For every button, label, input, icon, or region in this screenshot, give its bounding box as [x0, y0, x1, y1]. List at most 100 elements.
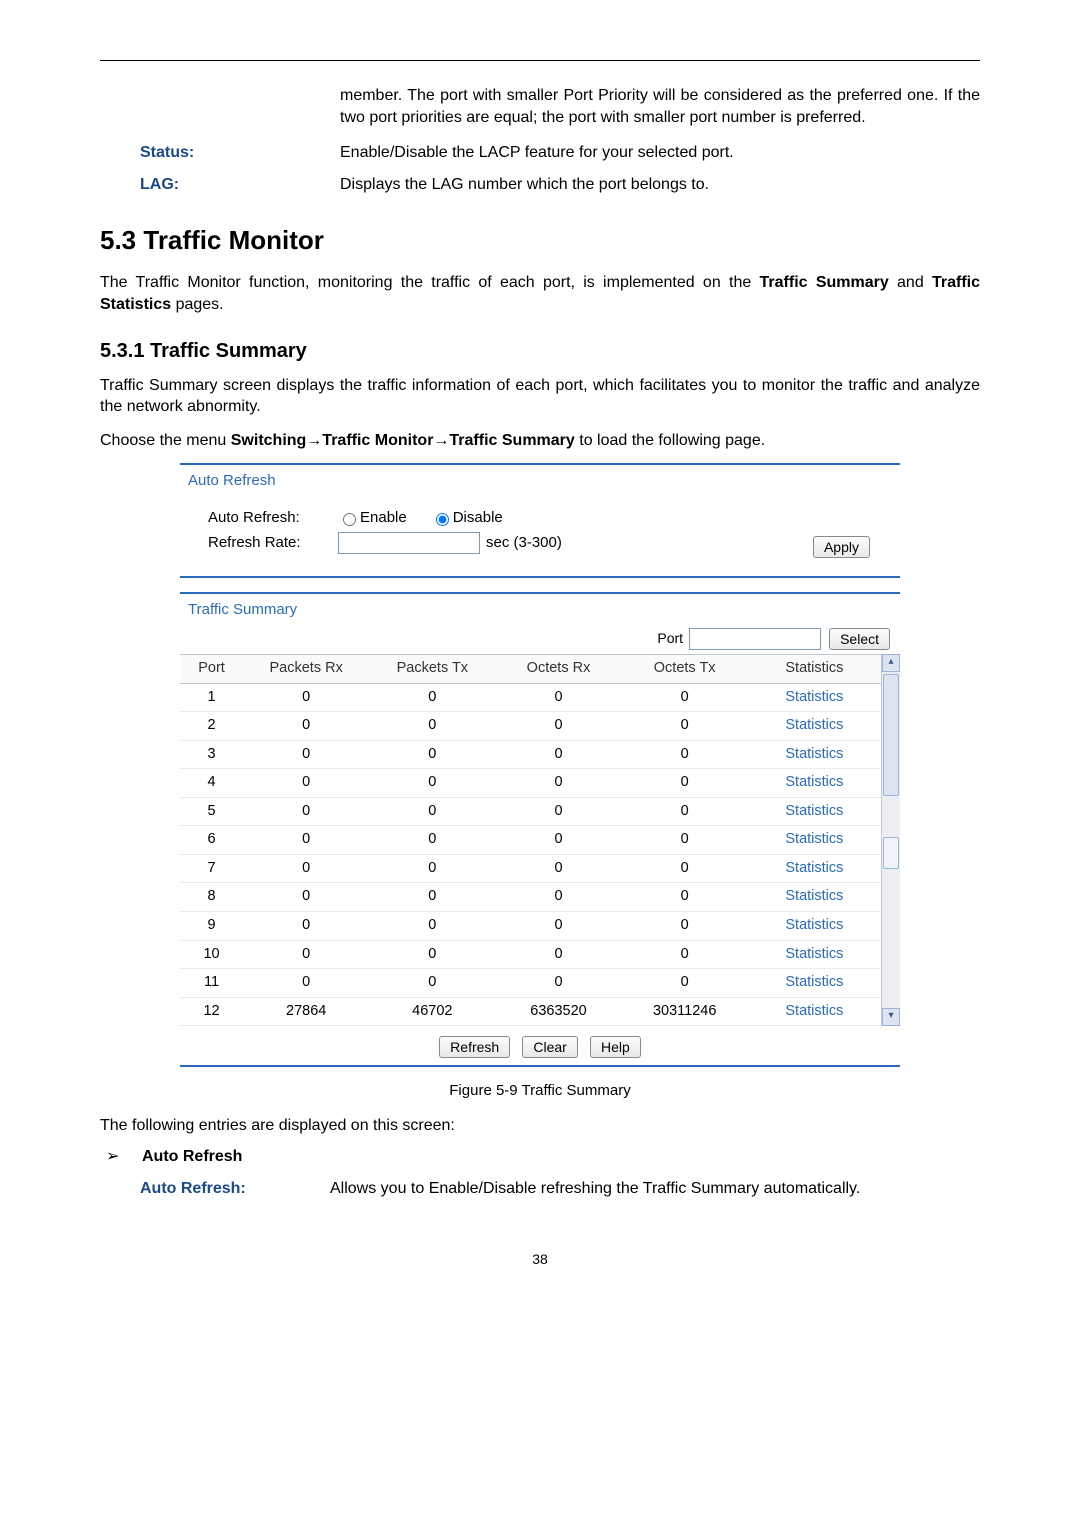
statistics-link[interactable]: Statistics	[748, 683, 881, 712]
table-row: 30000Statistics	[180, 740, 881, 769]
table-cell: 0	[243, 854, 369, 883]
table-cell: 0	[243, 883, 369, 912]
statistics-link[interactable]: Statistics	[748, 712, 881, 741]
table-cell: 0	[369, 683, 495, 712]
table-cell: 0	[369, 769, 495, 798]
status-def-label: Status:	[100, 142, 340, 164]
entries-line: The following entries are displayed on t…	[100, 1115, 980, 1137]
table-cell: 7	[180, 854, 243, 883]
table-cell: 0	[622, 683, 748, 712]
table-cell: 0	[369, 883, 495, 912]
table-cell: 0	[369, 797, 495, 826]
apply-button[interactable]: Apply	[813, 536, 870, 558]
refresh-rate-label: Refresh Rate:	[190, 533, 338, 553]
disable-radio-label: Disable	[453, 508, 503, 528]
statistics-link[interactable]: Statistics	[748, 854, 881, 883]
auto-refresh-header: Auto Refresh	[180, 463, 900, 495]
table-cell: 12	[180, 997, 243, 1026]
col-packets-rx: Packets Rx	[243, 654, 369, 683]
col-octets-tx: Octets Tx	[622, 654, 748, 683]
table-cell: 0	[243, 826, 369, 855]
traffic-summary-screenshot: Auto Refresh Auto Refresh: Enable Disabl…	[180, 463, 900, 1066]
table-cell: 0	[243, 940, 369, 969]
menu-path-line: Choose the menu Switching→Traffic Monito…	[100, 430, 980, 452]
table-row: 80000Statistics	[180, 883, 881, 912]
table-cell: 3	[180, 740, 243, 769]
page-top-rule	[100, 60, 980, 61]
auto-refresh-enable-radio[interactable]: Enable	[338, 508, 407, 528]
table-cell: 0	[495, 769, 621, 798]
clear-button[interactable]: Clear	[522, 1036, 577, 1058]
statistics-link[interactable]: Statistics	[748, 826, 881, 855]
refresh-rate-unit: sec (3-300)	[486, 533, 562, 553]
refresh-rate-input[interactable]	[338, 532, 480, 554]
table-cell: 0	[495, 969, 621, 998]
statistics-link[interactable]: Statistics	[748, 769, 881, 798]
statistics-link[interactable]: Statistics	[748, 797, 881, 826]
empty-label	[100, 85, 340, 128]
statistics-link[interactable]: Statistics	[748, 883, 881, 912]
statistics-link[interactable]: Statistics	[748, 740, 881, 769]
table-cell: 0	[622, 769, 748, 798]
scroll-thumb[interactable]	[883, 674, 899, 796]
disable-radio-input[interactable]	[436, 513, 449, 526]
table-cell: 4	[180, 769, 243, 798]
col-octets-rx: Octets Rx	[495, 654, 621, 683]
col-port: Port	[180, 654, 243, 683]
table-cell: 0	[369, 826, 495, 855]
statistics-link[interactable]: Statistics	[748, 969, 881, 998]
table-cell: 0	[622, 854, 748, 883]
port-filter-input[interactable]	[689, 628, 821, 650]
auto-refresh-def-label: Auto Refresh:	[140, 1178, 330, 1200]
table-cell: 30311246	[622, 997, 748, 1026]
table-cell: 0	[622, 969, 748, 998]
table-cell: 11	[180, 969, 243, 998]
section-intro: The Traffic Monitor function, monitoring…	[100, 272, 980, 315]
table-row: 10000Statistics	[180, 683, 881, 712]
table-cell: 0	[243, 969, 369, 998]
table-cell: 0	[495, 883, 621, 912]
statistics-link[interactable]: Statistics	[748, 912, 881, 941]
help-button[interactable]: Help	[590, 1036, 641, 1058]
enable-radio-input[interactable]	[343, 513, 356, 526]
table-cell: 0	[243, 712, 369, 741]
table-cell: 0	[622, 912, 748, 941]
auto-refresh-def-text: Allows you to Enable/Disable refreshing …	[330, 1178, 980, 1200]
page-number: 38	[100, 1250, 980, 1269]
status-def-text: Enable/Disable the LACP feature for your…	[340, 142, 980, 164]
scroll-up-arrow-icon[interactable]: ▴	[882, 654, 900, 672]
table-cell: 0	[369, 740, 495, 769]
auto-refresh-disable-radio[interactable]: Disable	[431, 508, 503, 528]
table-cell: 0	[622, 883, 748, 912]
table-row: 100000Statistics	[180, 940, 881, 969]
table-cell: 2	[180, 712, 243, 741]
table-cell: 0	[622, 712, 748, 741]
table-cell: 0	[495, 826, 621, 855]
scroll-down-arrow-icon[interactable]: ▾	[882, 1008, 900, 1026]
table-cell: 9	[180, 912, 243, 941]
table-cell: 0	[622, 797, 748, 826]
select-button[interactable]: Select	[829, 628, 890, 650]
statistics-link[interactable]: Statistics	[748, 997, 881, 1026]
enable-radio-label: Enable	[360, 508, 407, 528]
table-cell: 0	[622, 740, 748, 769]
table-cell: 0	[243, 912, 369, 941]
bullet-icon: ➢	[100, 1146, 142, 1168]
traffic-summary-panel: Traffic Summary Port Select Port Packets…	[180, 592, 900, 1067]
statistics-link[interactable]: Statistics	[748, 940, 881, 969]
refresh-button[interactable]: Refresh	[439, 1036, 510, 1058]
scroll-thumb-marker	[883, 837, 899, 869]
table-cell: 0	[495, 712, 621, 741]
table-row: 60000Statistics	[180, 826, 881, 855]
table-row: 20000Statistics	[180, 712, 881, 741]
table-cell: 0	[495, 854, 621, 883]
table-cell: 46702	[369, 997, 495, 1026]
table-row: 110000Statistics	[180, 969, 881, 998]
table-cell: 27864	[243, 997, 369, 1026]
table-cell: 6363520	[495, 997, 621, 1026]
subsection-intro: Traffic Summary screen displays the traf…	[100, 375, 980, 418]
table-cell: 0	[243, 769, 369, 798]
table-row: 50000Statistics	[180, 797, 881, 826]
table-cell: 0	[495, 797, 621, 826]
table-vertical-scrollbar[interactable]: ▴ ▾	[881, 654, 900, 1026]
